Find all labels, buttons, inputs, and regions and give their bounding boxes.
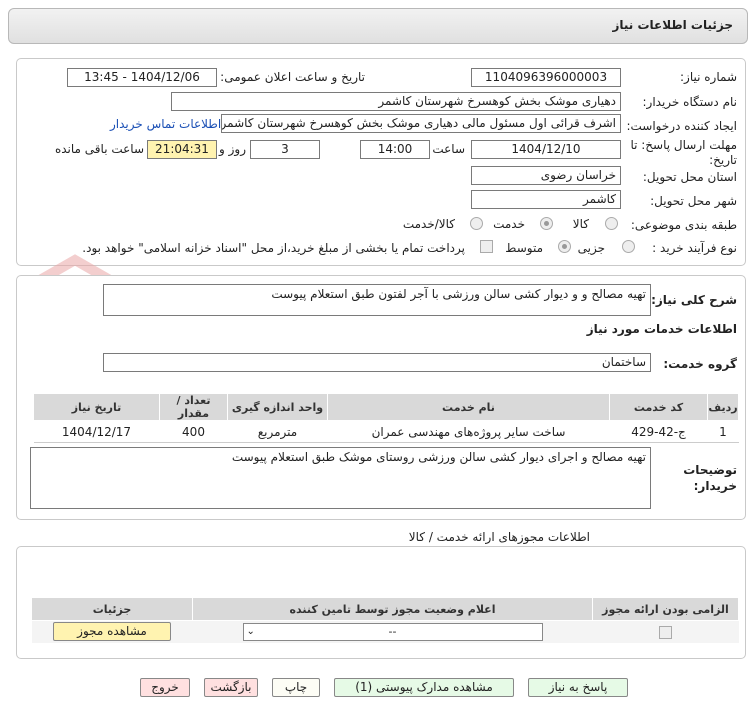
category-radio-service[interactable] <box>540 217 553 230</box>
chevron-down-icon: ⌄ <box>246 625 255 637</box>
col-date: تاریخ نیاز <box>33 393 160 421</box>
deadline-time-field: 14:00 <box>360 140 430 159</box>
category-label: طبقه بندی موضوعی: <box>630 218 737 232</box>
days-field: 3 <box>250 140 320 159</box>
reply-button[interactable]: پاسخ به نیاز <box>528 678 628 697</box>
col-unit: واحد اندازه گیری <box>227 393 328 421</box>
requester-field: اشرف قرائی اول مسئول مالی دهیاری موشک بخ… <box>221 114 621 133</box>
page-header: جزئیات اطلاعات نیاز <box>8 8 748 44</box>
cell-code: ج-42-429 <box>609 420 708 443</box>
buyer-org-label: نام دستگاه خریدار: <box>642 95 738 109</box>
city-field: کاشمر <box>471 190 621 209</box>
licenses-title: اطلاعات مجوزهای ارائه خدمت / کالا <box>408 530 590 544</box>
table-row: 1 ج-42-429 ساخت سایر پروژه‌های مهندسی عم… <box>33 420 739 443</box>
category-option-both: کالا/خدمت <box>402 217 455 231</box>
cell-qty: 400 <box>159 420 228 443</box>
col-row: ردیف <box>707 393 739 421</box>
category-radio-goods[interactable] <box>605 217 618 230</box>
licenses-table-header: الزامی بودن ارائه مجوز اعلام وضعیت مجوز … <box>31 597 739 621</box>
col-code: کد خدمت <box>609 393 708 421</box>
col-license-required: الزامی بودن ارائه مجوز <box>592 597 739 621</box>
process-option-minor: جزیی <box>577 241 605 255</box>
buyer-notes-field: تهیه مصالح و اجرای دیوار کشی سالن ورزشی … <box>30 447 651 509</box>
general-desc-label: شرح کلی نیاز: <box>651 293 737 307</box>
province-label: استان محل تحویل: <box>642 170 737 184</box>
city-label: شهر محل تحویل: <box>650 194 737 208</box>
category-option-goods: کالا <box>572 217 589 231</box>
category-radio-both[interactable] <box>470 217 483 230</box>
process-option-medium: متوسط <box>505 241 543 255</box>
general-desc-field: تهیه مصالح و و دیوار کشی سالن ورزشی با آ… <box>103 284 651 316</box>
table-row: -- ⌄ مشاهده مجوز <box>31 620 739 643</box>
contact-buyer-link[interactable]: اطلاعات تماس خریدار <box>110 117 221 131</box>
process-radio-medium[interactable] <box>558 240 571 253</box>
cell-row: 1 <box>707 420 739 443</box>
license-status-value: -- <box>388 624 397 638</box>
announce-label: تاریخ و ساعت اعلان عمومی: <box>220 70 365 84</box>
requester-label: ایجاد کننده درخواست: <box>626 119 737 133</box>
treasury-checkbox[interactable] <box>480 240 493 253</box>
buyer-notes-label: توضیحات خریدار: <box>683 463 737 493</box>
days-label: روز و <box>219 142 246 156</box>
remaining-label: ساعت باقی مانده <box>54 142 144 156</box>
category-option-service: خدمت <box>493 217 525 231</box>
services-table: ردیف کد خدمت نام خدمت واحد اندازه گیری ت… <box>33 393 739 443</box>
back-button[interactable]: بازگشت <box>204 678 258 697</box>
deadline-date-field: 1404/12/10 <box>471 140 621 159</box>
print-button[interactable]: چاپ <box>272 678 320 697</box>
col-license-status: اعلام وضعیت مجوز توسط تامین کننده <box>192 597 593 621</box>
deadline-label: مهلت ارسال پاسخ: تا تاریخ: <box>630 138 737 167</box>
license-status-select[interactable]: -- ⌄ <box>242 622 543 641</box>
col-qty: تعداد / مقدار <box>159 393 228 421</box>
col-name: نام خدمت <box>327 393 610 421</box>
page-title: جزئیات اطلاعات نیاز <box>612 18 733 32</box>
col-license-details: جزئیات <box>31 597 193 621</box>
view-license-button[interactable]: مشاهده مجوز <box>53 622 171 642</box>
cell-unit: مترمربع <box>227 420 328 443</box>
licenses-table: الزامی بودن ارائه مجوز اعلام وضعیت مجوز … <box>31 597 739 643</box>
need-number-label: شماره نیاز: <box>680 70 737 84</box>
services-title: اطلاعات خدمات مورد نیاز <box>586 322 737 336</box>
payment-note: پرداخت تمام یا بخشی از مبلغ خرید،از محل … <box>82 241 465 255</box>
remaining-time-field: 21:04:31 <box>147 140 217 159</box>
attachments-button[interactable]: مشاهده مدارک پیوستی (1) <box>334 678 514 697</box>
buyer-org-field: دهیاری موشک بخش کوهسرخ شهرستان کاشمر <box>171 92 621 111</box>
services-table-header: ردیف کد خدمت نام خدمت واحد اندازه گیری ت… <box>33 393 739 421</box>
cell-date: 1404/12/17 <box>33 420 160 443</box>
announce-field: 1404/12/06 - 13:45 <box>67 68 217 87</box>
province-field: خراسان رضوی <box>471 166 621 185</box>
service-group-label: گروه خدمت: <box>663 357 737 371</box>
deadline-time-label: ساعت <box>432 142 465 156</box>
service-group-field: ساختمان <box>103 353 651 372</box>
cell-name: ساخت سایر پروژه‌های مهندسی عمران <box>327 420 610 443</box>
license-required-checkbox[interactable] <box>659 625 672 639</box>
process-label: نوع فرآیند خرید : <box>652 241 737 255</box>
need-number-field: 1104096396000003 <box>471 68 621 87</box>
exit-button[interactable]: خروج <box>140 678 190 697</box>
process-radio-minor[interactable] <box>622 240 635 253</box>
